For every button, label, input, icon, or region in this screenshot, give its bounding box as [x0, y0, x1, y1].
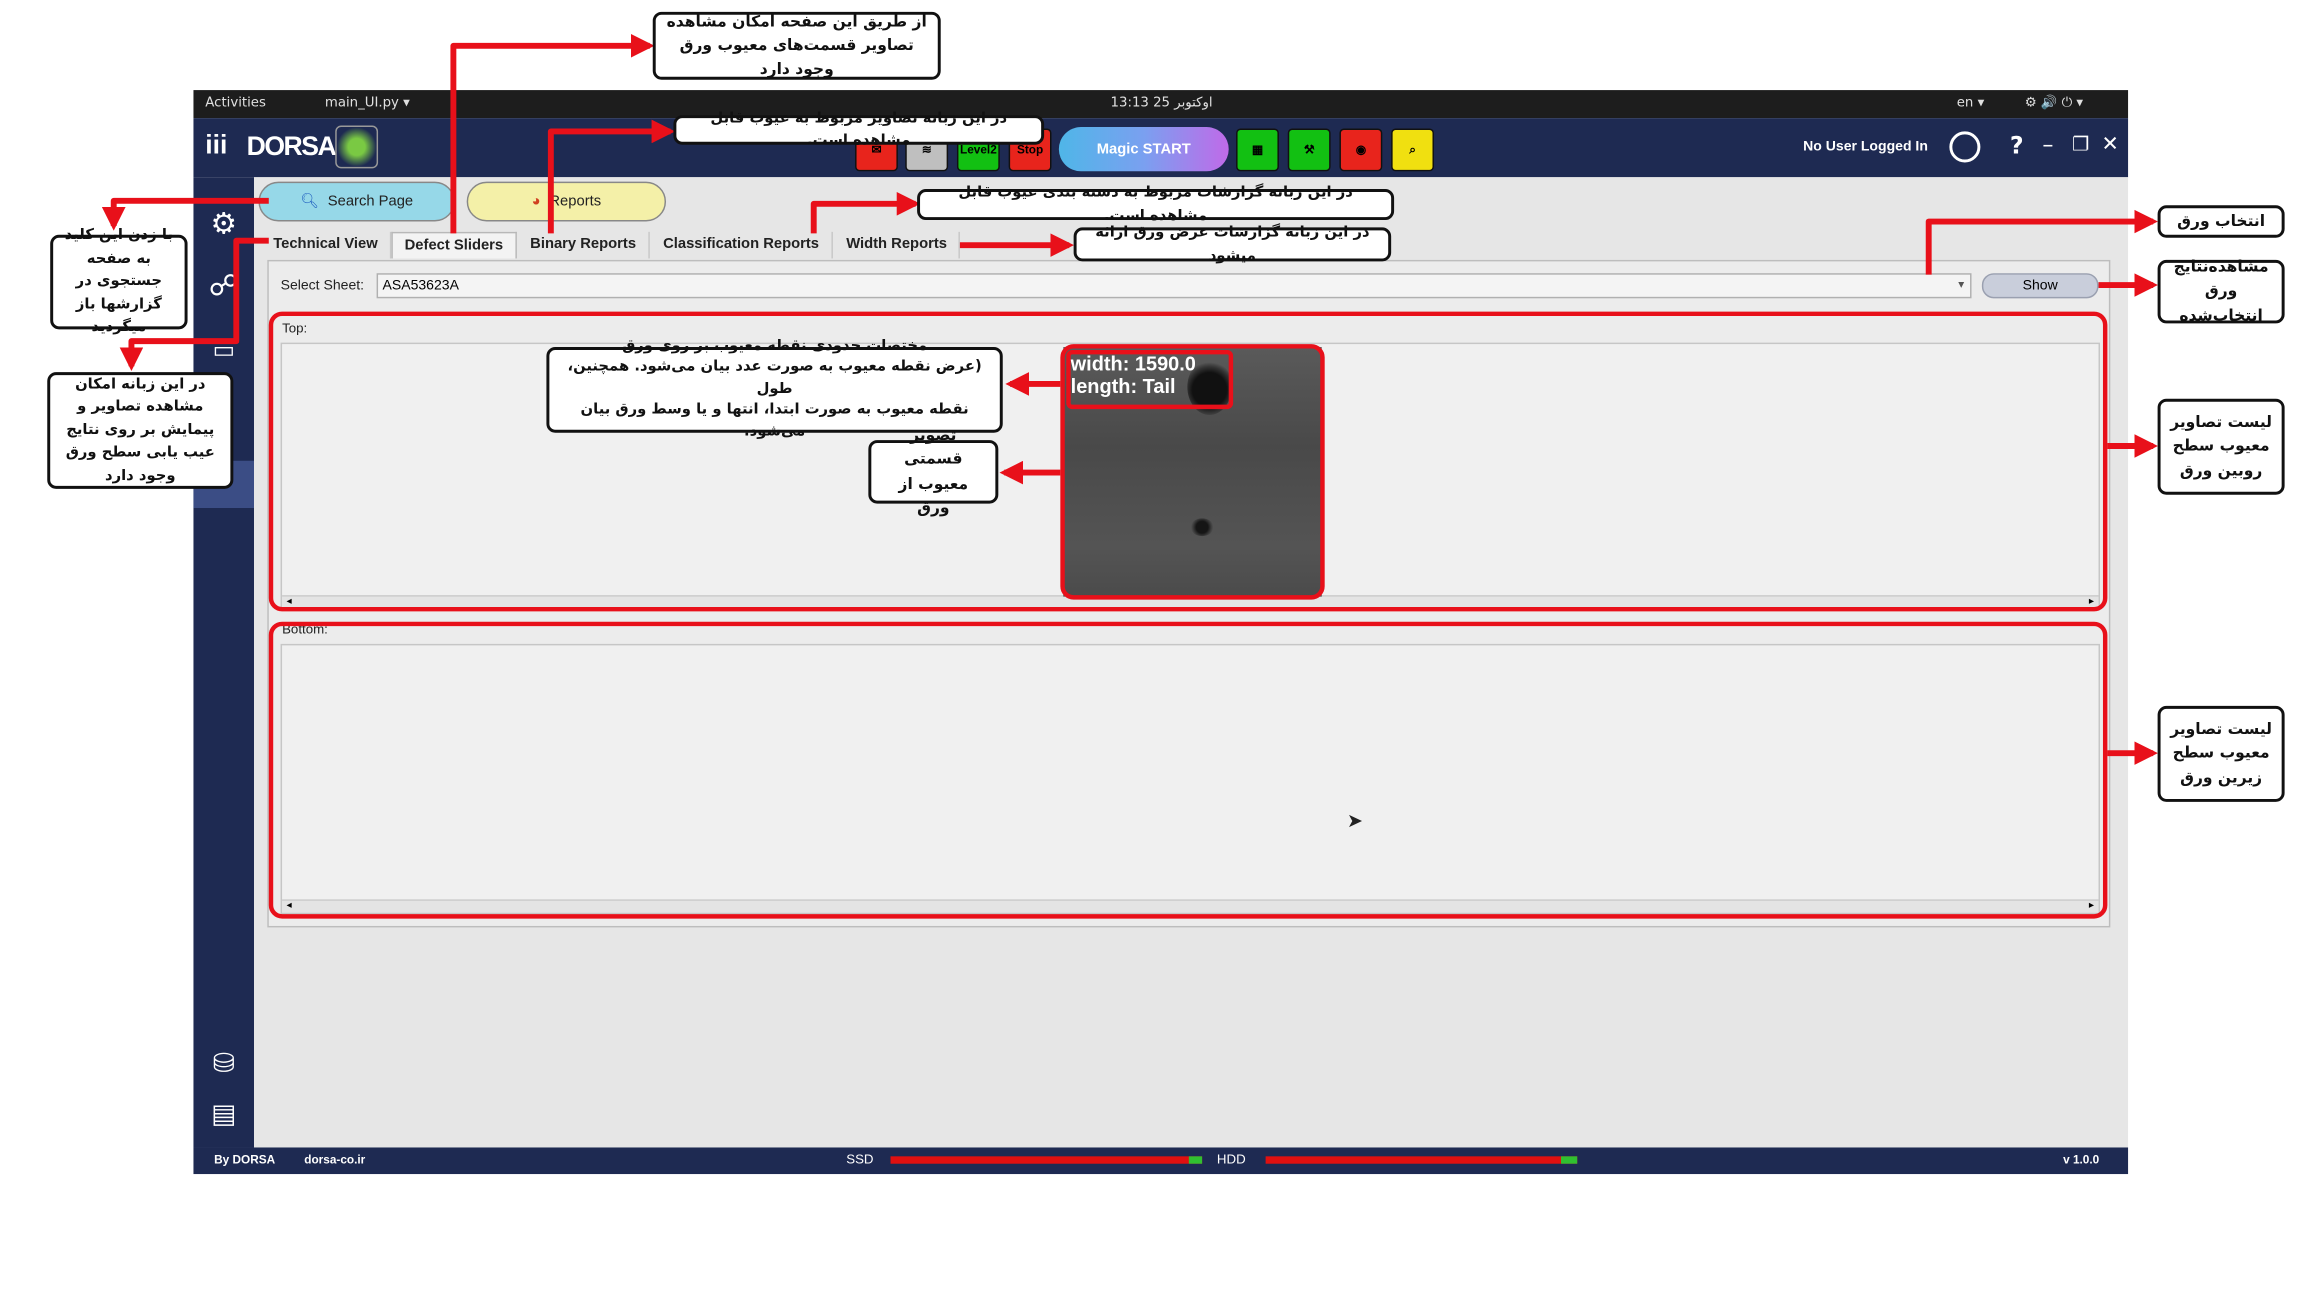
camera-settings-icon[interactable]: ▦: [1236, 128, 1279, 172]
callout-technical-view: در این زبانه امکان مشاهده تصاویر و پیمای…: [47, 372, 234, 489]
tab-defect-sliders[interactable]: Defect Sliders: [391, 231, 517, 259]
user-management-icon[interactable]: ☍: [202, 263, 245, 306]
callout-select-sheet: انتخاب ورق: [2157, 205, 2285, 238]
bottom-panel-highlight: [268, 621, 2108, 919]
search-page-button[interactable]: 🔍︎ Search Page: [258, 181, 455, 222]
footer-by: By DORSA: [214, 1153, 276, 1167]
monitor-icon[interactable]: ▭: [202, 328, 245, 371]
image-search-icon[interactable]: ⌕: [1391, 128, 1434, 172]
close-button[interactable]: ✕: [2101, 133, 2118, 157]
callout-bottom-surface-list: لیست تصاویر معیوب سطح زیرین ورق: [2157, 705, 2285, 802]
defect-coords-highlight: [1066, 350, 1234, 410]
ssd-usage-bar: [890, 1156, 1203, 1164]
help-icon[interactable]: ?: [2010, 131, 2024, 159]
tab-technical-view[interactable]: Technical View: [261, 231, 392, 259]
app-header: iii DORSA ✉ ≋ Level2 Stop Magic START ▦ …: [193, 118, 2129, 178]
magic-start-button[interactable]: Magic START: [1058, 127, 1229, 172]
hdd-free-segment: [1560, 1156, 1578, 1164]
settings-gear-icon[interactable]: ⚙: [202, 201, 245, 244]
reports-button[interactable]: ◕ Reports: [466, 181, 667, 222]
language-selector[interactable]: en ▾: [1957, 96, 1985, 111]
pie-chart-icon: ◕: [531, 193, 541, 210]
database-icon[interactable]: ⛁: [202, 1043, 245, 1086]
sheet-dropdown[interactable]: ASA53623A ▾: [376, 273, 1972, 299]
callout-defect-crop: تصویر قسمتی معیوب از ورق: [868, 427, 999, 517]
os-top-bar: Activities main_UI.py ▾ اوکتوبر 25 13:13…: [193, 90, 2129, 119]
hdd-label: HDD: [1216, 1151, 1246, 1167]
chevron-down-icon: ▾: [1958, 277, 1965, 291]
search-page-label: Search Page: [327, 193, 414, 210]
show-button[interactable]: Show: [1981, 273, 2099, 299]
version-label: v 1.0.0: [2063, 1153, 2100, 1167]
camera-icon[interactable]: ◉: [1339, 128, 1383, 172]
callout-binary-reports: در این زبانه تصاویر مربوط به عیوب قابل م…: [673, 110, 1045, 149]
minimize-button[interactable]: –: [2042, 131, 2053, 158]
log-file-icon[interactable]: ▤: [202, 1093, 245, 1136]
callout-search-page: با زدن این کلید به صفحه جستجوی در گزارشه…: [50, 228, 188, 336]
dorsa-logo: DORSA: [246, 131, 337, 161]
callout-top-surface-list: لیست تصاویر معیوب سطح روبین ورق: [2157, 398, 2285, 495]
app-emblem-icon: [335, 125, 379, 169]
activities-button[interactable]: Activities: [205, 96, 266, 111]
system-menu-icons[interactable]: ⚙ 🔊 ⏻ ▾: [2025, 96, 2083, 111]
tab-width-reports[interactable]: Width Reports: [834, 231, 961, 259]
user-status: No User Logged In: [1803, 138, 1928, 156]
tab-binary-reports[interactable]: Binary Reports: [518, 231, 650, 259]
callout-show-results: مشاهده‌نتایج ورق انتخاب‌شده: [2157, 259, 2285, 324]
user-avatar-icon[interactable]: [1949, 131, 1981, 163]
sheet-dropdown-value: ASA53623A: [382, 277, 459, 294]
callout-width-reports: در این زبانه گزارشات عرض ورق ارائه میشود: [1073, 224, 1392, 264]
tools-icon[interactable]: ⚒: [1287, 128, 1331, 172]
ssd-free-segment: [1188, 1156, 1203, 1164]
app-menu[interactable]: main_UI.py ▾: [325, 96, 410, 111]
callout-defect-sliders: از طریق این صفحه امکان مشاهده تصاویر قسم…: [652, 11, 941, 80]
sidebar: ⚙ ☍ ▭ ◁ ⛁ ▤: [193, 177, 255, 1148]
coords-note-line-1: مختصات حدودی نقطه معیوب بر روی ورق: [622, 337, 928, 355]
search-icon: 🔍︎: [300, 193, 319, 210]
restore-button[interactable]: ❐: [2072, 134, 2089, 156]
callout-defect-coordinates: مختصات حدودی نقطه معیوب بر روی ورق (عرض …: [546, 338, 1003, 440]
reports-label: Reports: [549, 193, 602, 210]
hdd-usage-bar: [1265, 1156, 1578, 1164]
tab-classification-reports[interactable]: Classification Reports: [651, 231, 833, 259]
status-footer: By DORSA dorsa-co.ir SSD HDD v 1.0.0: [193, 1147, 2129, 1175]
clock[interactable]: اوکتوبر 25 13:13: [1111, 96, 1213, 111]
coords-note-line-2: (عرض نقطه معیوب به صورت عدد بیان می‌شود.…: [567, 359, 982, 397]
select-sheet-label: Select Sheet:: [280, 277, 365, 294]
callout-classification-reports: در این زبانه گزارشات مربوط به دسته بندی …: [917, 185, 1395, 224]
logo-prefix: iii: [205, 129, 228, 160]
footer-site[interactable]: dorsa-co.ir: [304, 1153, 365, 1166]
ssd-label: SSD: [846, 1151, 874, 1167]
